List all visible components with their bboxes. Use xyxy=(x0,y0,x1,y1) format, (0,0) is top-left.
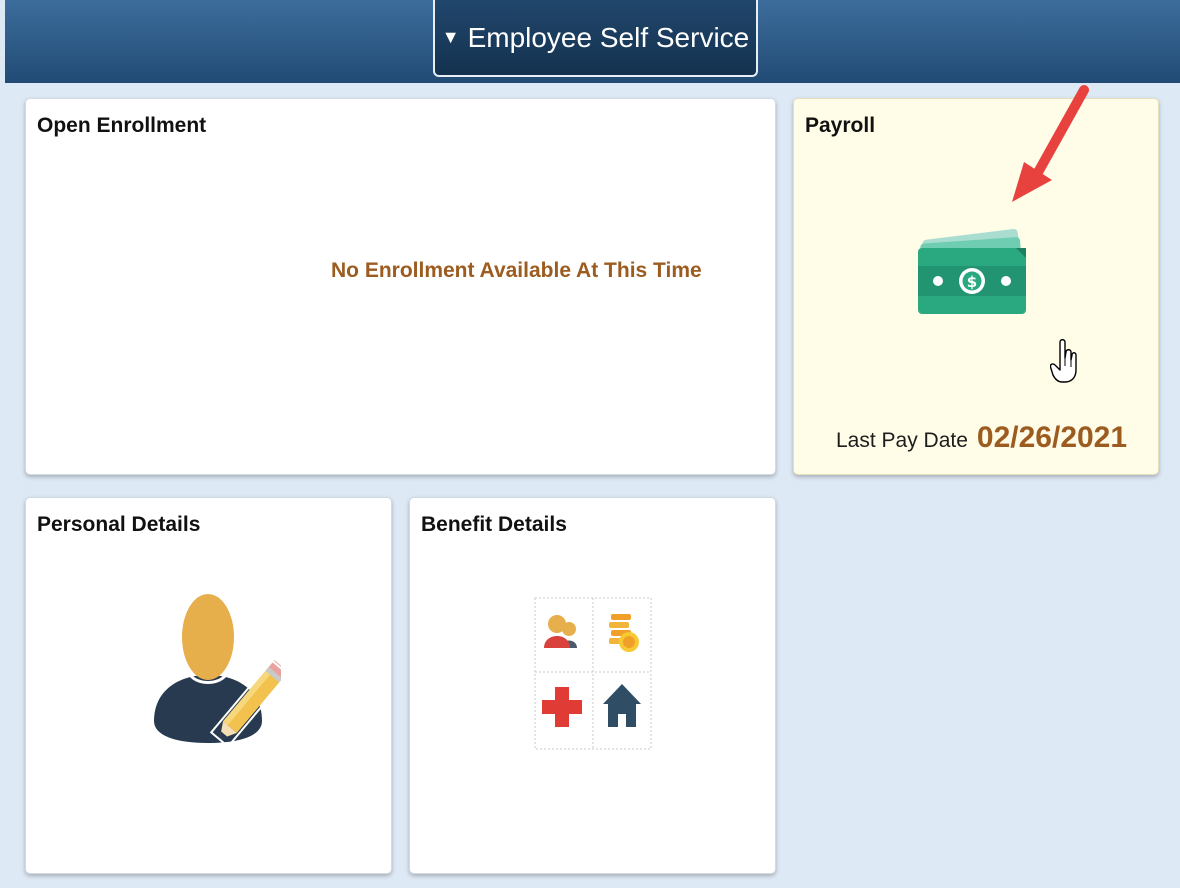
tile-title: Personal Details xyxy=(37,513,201,536)
enrollment-status-message: No Enrollment Available At This Time xyxy=(331,259,702,282)
homepage-selector[interactable]: ▼ Employee Self Service xyxy=(433,0,758,77)
header-bar: ▼ Employee Self Service xyxy=(5,0,1180,83)
personal-details-tile[interactable]: Personal Details xyxy=(25,497,392,874)
last-pay-date-value: 02/26/2021 xyxy=(976,421,1128,454)
homepage-selector-label: Employee Self Service xyxy=(467,21,750,53)
last-pay-date-label: Last Pay Date xyxy=(836,429,968,452)
tile-title: Open Enrollment xyxy=(37,114,207,137)
payroll-tile[interactable]: Payroll $ Last Pay Date 02/26/2021 xyxy=(793,98,1159,475)
svg-text:$: $ xyxy=(967,273,977,291)
tile-title: Benefit Details xyxy=(421,513,567,536)
benefits-grid-icon xyxy=(534,597,652,750)
last-pay-date: Last Pay Date 02/26/2021 xyxy=(836,421,1127,455)
tile-title: Payroll xyxy=(805,114,876,137)
benefit-details-tile[interactable]: Benefit Details xyxy=(409,497,776,874)
money-bill-icon: $ xyxy=(918,228,1026,314)
open-enrollment-tile[interactable]: Open Enrollment No Enrollment Available … xyxy=(25,98,776,475)
caret-down-icon: ▼ xyxy=(441,27,460,47)
person-edit-icon xyxy=(154,594,281,748)
